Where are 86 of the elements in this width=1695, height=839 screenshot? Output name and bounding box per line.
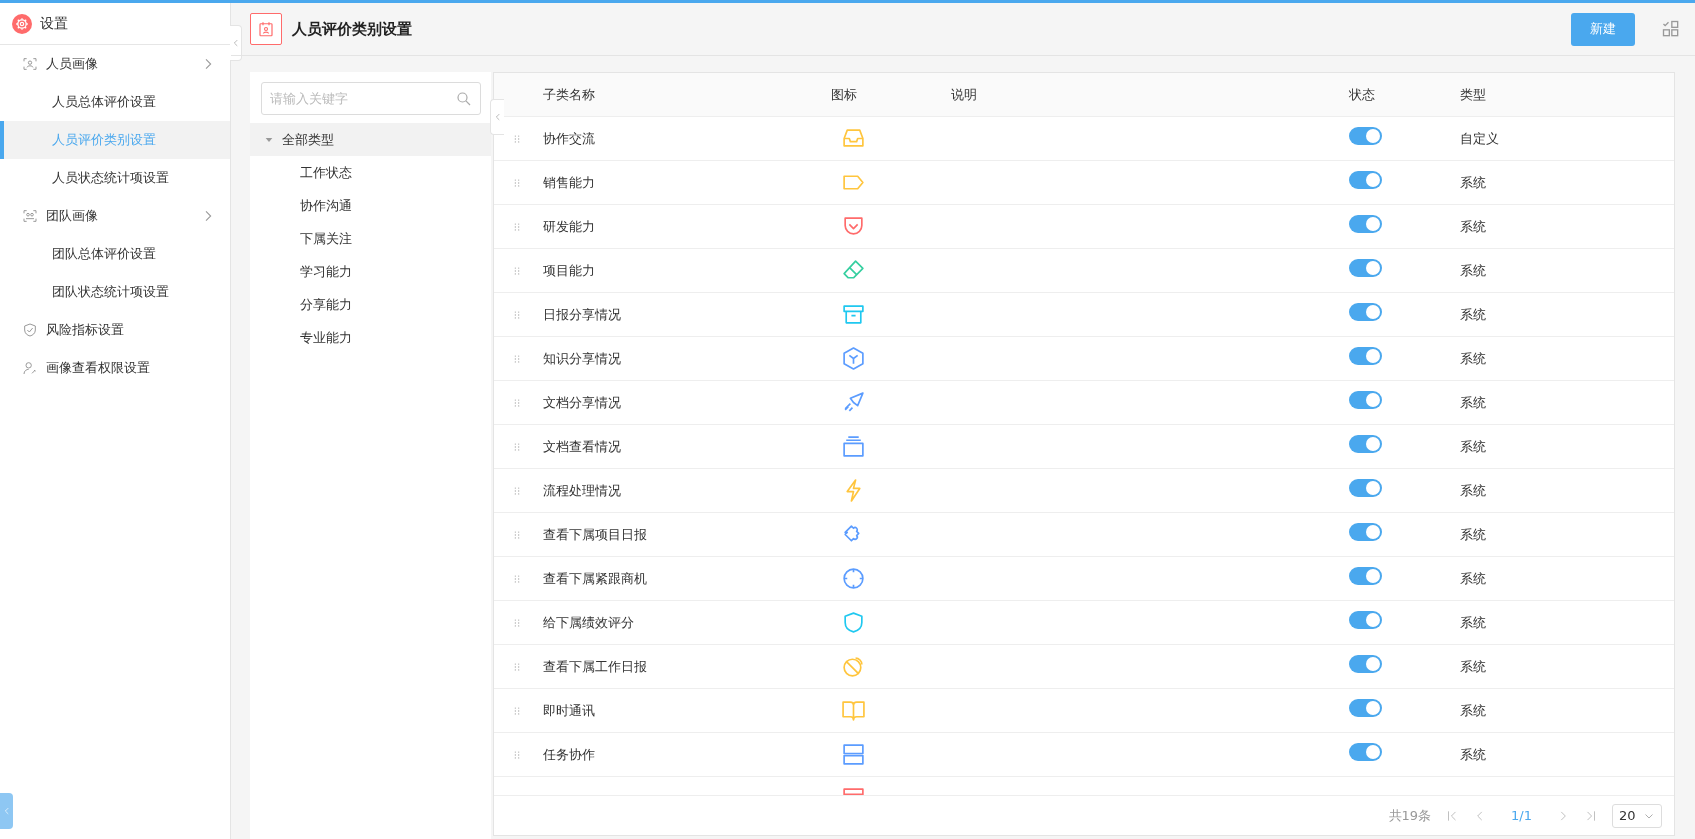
table-cell: 查看下属工作日报 [543,658,647,674]
table-cell: 系统 [1460,482,1486,498]
sidebar-subitem[interactable]: 人员总体评价设置 [0,83,230,121]
table-cell: 即时通讯 [543,702,595,718]
toggle-switch[interactable] [1349,126,1382,145]
page-indicator: 1/1 [1511,806,1532,825]
table-cell: 系统 [1460,614,1486,630]
total-count: 共19条 [1388,806,1432,825]
table-cell: 系统 [1460,526,1486,542]
tree-item[interactable]: 下属关注 [250,222,491,255]
toggle-switch[interactable] [1349,742,1382,761]
sidebar-subitem[interactable]: 团队总体评价设置 [0,235,230,273]
toggle-switch[interactable] [1349,214,1382,233]
sidebar-item[interactable]: 团队画像 [0,197,230,235]
table-cell: 系统 [1460,658,1486,674]
sidebar-item[interactable]: 风险指标设置 [0,311,230,349]
table-cell: 自定义 [1460,130,1499,146]
table-cell: 系统 [1460,262,1486,278]
table-cell: 流程处理情况 [543,482,621,498]
toggle-switch[interactable] [1349,610,1382,629]
last-page-icon [1584,808,1598,823]
tree-item[interactable]: 学习能力 [250,255,491,288]
table-cell: 给下属绩效评分 [543,614,634,630]
table-cell: 系统 [1460,350,1486,366]
tree-label: 全部类型 [282,130,334,149]
table-cell: 系统 [1460,438,1486,454]
column-header: 说明 [950,85,977,104]
toggle-switch[interactable] [1349,346,1382,365]
table-cell: 系统 [1460,702,1486,718]
toggle-switch[interactable] [1349,522,1382,541]
sidebar-item[interactable]: 人员画像 [0,45,230,83]
sidebar-subitem[interactable]: 团队状态统计项设置 [0,273,230,311]
tree-item[interactable]: 工作状态 [250,156,491,189]
person-frame-icon [22,56,38,72]
page-title: 人员评价类别设置 [292,18,412,40]
table-cell: 文档分享情况 [543,394,621,410]
toggle-switch[interactable] [1349,698,1382,717]
table-cell: 查看下属项目日报 [543,526,647,542]
search-icon [455,90,473,108]
shield-check-icon [22,322,38,338]
toggle-switch[interactable] [1349,170,1382,189]
collapse-handle[interactable] [490,99,504,135]
toggle-switch[interactable] [1349,478,1382,497]
table-cell: 文档查看情况 [543,438,621,454]
table-cell: 系统 [1460,394,1486,410]
page-size-value: 20 [1619,806,1636,825]
column-header: 状态 [1348,85,1375,104]
group-frame-icon [22,208,38,224]
toggle-switch[interactable] [1349,390,1382,409]
table-cell: 系统 [1460,570,1486,586]
page-size-select[interactable]: 20 [1612,803,1662,828]
tree-item[interactable]: 全部类型 [250,123,491,156]
tree-item[interactable]: 分享能力 [250,288,491,321]
sidebar-title: 设置 [40,14,68,33]
search-field[interactable]: 请输入关键字 [261,82,481,115]
gear-icon [12,13,32,34]
table-cell: 系统 [1460,218,1486,234]
table-cell: 系统 [1460,174,1486,190]
collapse-handle[interactable] [230,25,242,61]
table-cell: 系统 [1460,746,1486,762]
table-cell: 查看下属紧跟商机 [543,570,647,586]
last-page-button[interactable] [1584,808,1598,823]
table-cell: 系统 [1460,306,1486,322]
calendar-person-icon [257,20,275,38]
toggle-switch[interactable] [1349,302,1382,321]
sidebar-subitem[interactable]: 人员状态统计项设置 [0,159,230,197]
sidebar-item[interactable]: 画像查看权限设置 [0,349,230,387]
tree-item[interactable]: 专业能力 [250,321,491,354]
toggle-switch[interactable] [1349,654,1382,673]
table-cell: 协作交流 [543,130,595,146]
table-cell: 日报分享情况 [543,306,621,322]
column-header: 类型 [1459,85,1486,104]
table-cell: 知识分享情况 [543,350,621,366]
table-cell: 项目能力 [543,262,595,278]
expand-handle[interactable] [0,793,13,829]
toggle-switch[interactable] [1349,566,1382,585]
table-cell: 研发能力 [543,218,595,234]
toggle-switch[interactable] [1349,258,1382,277]
grid-check-icon[interactable] [1661,19,1681,39]
person-key-icon [22,360,38,376]
table-cell: 任务协作 [543,746,595,762]
toggle-switch[interactable] [1349,434,1382,453]
column-header: 图标 [830,85,857,104]
tree-item[interactable]: 协作沟通 [250,189,491,222]
column-header: 子类名称 [542,85,595,104]
table-cell: 销售能力 [543,174,595,190]
